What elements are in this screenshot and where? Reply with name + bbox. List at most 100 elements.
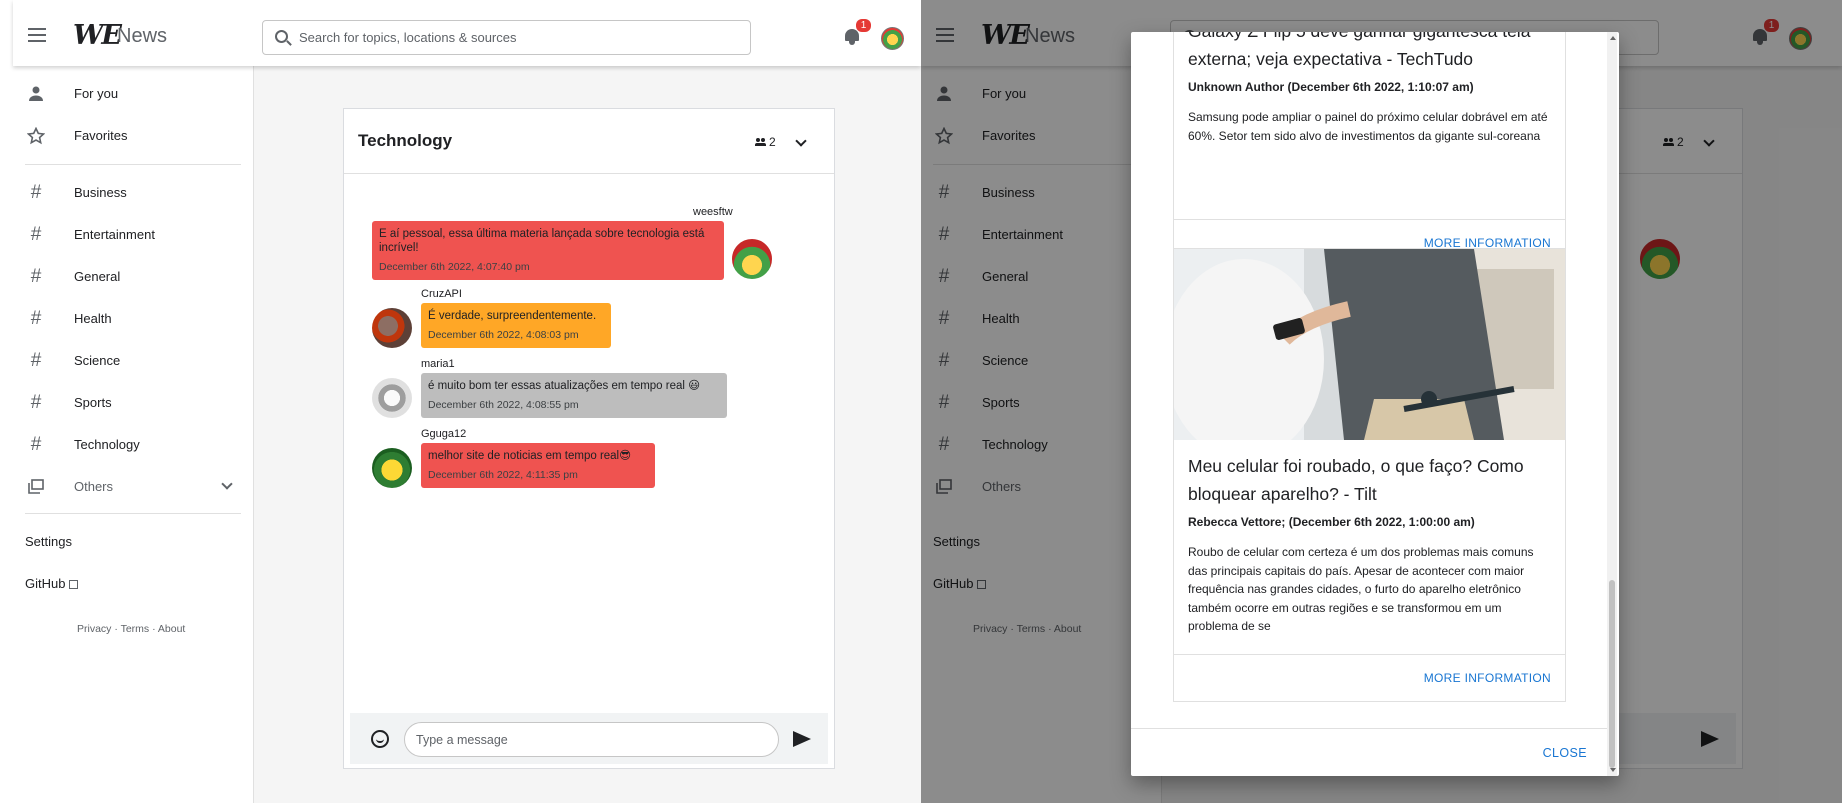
sidebar-item-business[interactable]: # Business — [13, 173, 254, 213]
message-bubble: É verdade, surpreendentemente. December … — [421, 303, 611, 348]
search-icon — [275, 30, 288, 43]
members-count[interactable]: 2 — [755, 135, 776, 149]
article-title: Galaxy Z Flip 5 deve ganhar gigantesca t… — [1188, 32, 1530, 69]
message-author: maria1 — [421, 358, 455, 370]
article-author: Rebecca Vettore; (December 6th 2022, 1:0… — [1188, 515, 1475, 529]
message-time: December 6th 2022, 4:08:03 pm — [428, 329, 579, 341]
message-text: melhor site de noticias em tempo real😎 — [428, 450, 632, 462]
message-list: weesftw E aí pessoal, essa última materi… — [344, 175, 834, 705]
people-icon — [755, 138, 767, 146]
library-icon — [28, 479, 44, 494]
divider — [25, 513, 241, 514]
person-icon — [29, 86, 43, 101]
close-button[interactable]: CLOSE — [1543, 746, 1587, 760]
article-author: Unknown Author (December 6th 2022, 1:10:… — [1188, 80, 1474, 94]
sidebar-item-label: Science — [74, 353, 121, 368]
news-dialog: Galaxy Z Flip 5 deve ganhar gigantesca t… — [1131, 32, 1619, 776]
divider — [25, 164, 241, 165]
message-time: December 6th 2022, 4:11:35 pm — [428, 469, 578, 481]
sidebar-item-general[interactable]: # General — [13, 257, 254, 297]
avatar[interactable] — [372, 378, 412, 418]
notification-badge: 1 — [856, 19, 871, 32]
message-bubble: é muito bom ter essas atualizações em te… — [421, 373, 727, 418]
message-bubble: E aí pessoal, essa última materia lançad… — [372, 221, 724, 280]
app-name[interactable]: News — [117, 25, 167, 48]
star-icon — [27, 127, 45, 145]
chat-card: Technology 2 weesftw E aí pessoal, essa … — [343, 108, 835, 769]
sidebar-item-favorites[interactable]: Favorites — [13, 116, 254, 156]
message-time: December 6th 2022, 4:08:55 pm — [428, 399, 579, 411]
right-panel: WE News 1 For you Favorites #Business #E… — [921, 0, 1842, 803]
message-input[interactable] — [404, 722, 779, 757]
message-author: Gguga12 — [421, 428, 467, 440]
chevron-down-icon[interactable] — [221, 478, 233, 490]
search-input[interactable] — [299, 21, 739, 54]
hash-icon: # — [30, 434, 42, 455]
search-bar[interactable] — [262, 20, 751, 55]
settings-link[interactable]: Settings — [25, 534, 72, 549]
avatar[interactable] — [730, 237, 774, 281]
article-body: Samsung pode ampliar o painel do próximo… — [1188, 110, 1548, 143]
hash-icon: # — [30, 308, 42, 329]
sidebar-item-others[interactable]: Others — [13, 467, 254, 507]
sidebar-item-label: Business — [74, 185, 127, 200]
github-link[interactable]: GitHub — [25, 576, 79, 591]
hash-icon: # — [30, 182, 42, 203]
scroll-up-icon[interactable] — [1610, 36, 1616, 40]
sidebar-item-label: General — [74, 269, 121, 284]
article-image — [1174, 249, 1565, 440]
dialog-scrollbar[interactable] — [1607, 32, 1617, 776]
sidebar-item-label: Health — [74, 311, 112, 326]
avatar[interactable] — [881, 27, 904, 50]
sidebar-item-for-you[interactable]: For you — [13, 74, 254, 114]
message-time: December 6th 2022, 4:07:40 pm — [379, 261, 530, 273]
hash-icon: # — [30, 266, 42, 287]
emoji-icon[interactable] — [371, 730, 389, 748]
sidebar-item-label: Others — [74, 479, 114, 494]
github-label: GitHub — [25, 576, 66, 591]
sidebar-item-label: Technology — [74, 437, 140, 452]
sidebar-item-entertainment[interactable]: # Entertainment — [13, 215, 254, 255]
external-link-icon — [69, 580, 79, 589]
send-icon[interactable] — [793, 731, 811, 747]
chat-header: Technology 2 — [344, 109, 834, 174]
sidebar-item-label: Entertainment — [74, 227, 155, 242]
article-photo — [1174, 249, 1565, 440]
message-text: É verdade, surpreendentemente. — [428, 310, 597, 322]
sidebar: For you Favorites # Business # Entertain… — [13, 66, 254, 803]
message-text: E aí pessoal, essa última materia lançad… — [379, 228, 705, 254]
left-panel: WE News 1 For you Favorites # Business #… — [0, 0, 921, 803]
message-bubble: melhor site de noticias em tempo real😎 D… — [421, 443, 655, 488]
article-body: Roubo de celular com certeza é um dos pr… — [1188, 545, 1534, 633]
message-composer — [350, 713, 828, 764]
sidebar-item-label: For you — [74, 86, 119, 101]
avatar[interactable] — [372, 448, 412, 488]
menu-icon[interactable] — [28, 28, 46, 42]
sidebar-item-technology[interactable]: # Technology — [13, 425, 254, 465]
scroll-down-icon[interactable] — [1610, 768, 1616, 772]
more-information-button[interactable]: MORE INFORMATION — [1424, 671, 1551, 685]
app-bar: WE News 1 — [13, 0, 921, 66]
sidebar-item-label: Favorites — [74, 128, 128, 143]
article-card: Meu celular foi roubado, o que faço? Com… — [1173, 248, 1566, 702]
hash-icon: # — [30, 224, 42, 245]
article-card: Galaxy Z Flip 5 deve ganhar gigantesca t… — [1173, 32, 1566, 267]
members-count-value: 2 — [769, 135, 776, 149]
hash-icon: # — [30, 350, 42, 371]
scrollbar-thumb[interactable] — [1609, 580, 1615, 768]
chevron-down-icon[interactable] — [795, 135, 807, 147]
dialog-content: Galaxy Z Flip 5 deve ganhar gigantesca t… — [1131, 32, 1604, 728]
dialog-actions: CLOSE — [1131, 728, 1607, 776]
hash-icon: # — [30, 392, 42, 413]
footer-links[interactable]: Privacy · Terms · About — [77, 623, 185, 635]
article-actions: MORE INFORMATION — [1174, 654, 1565, 701]
sidebar-item-label: Sports — [74, 395, 112, 410]
sidebar-item-health[interactable]: # Health — [13, 299, 254, 339]
sidebar-item-sports[interactable]: # Sports — [13, 383, 254, 423]
avatar[interactable] — [372, 308, 412, 348]
message-author: weesftw — [693, 206, 733, 218]
message-author: CruzAPI — [421, 288, 462, 300]
chat-title: Technology — [358, 131, 453, 150]
app-logo[interactable]: WE — [73, 22, 122, 50]
sidebar-item-science[interactable]: # Science — [13, 341, 254, 381]
